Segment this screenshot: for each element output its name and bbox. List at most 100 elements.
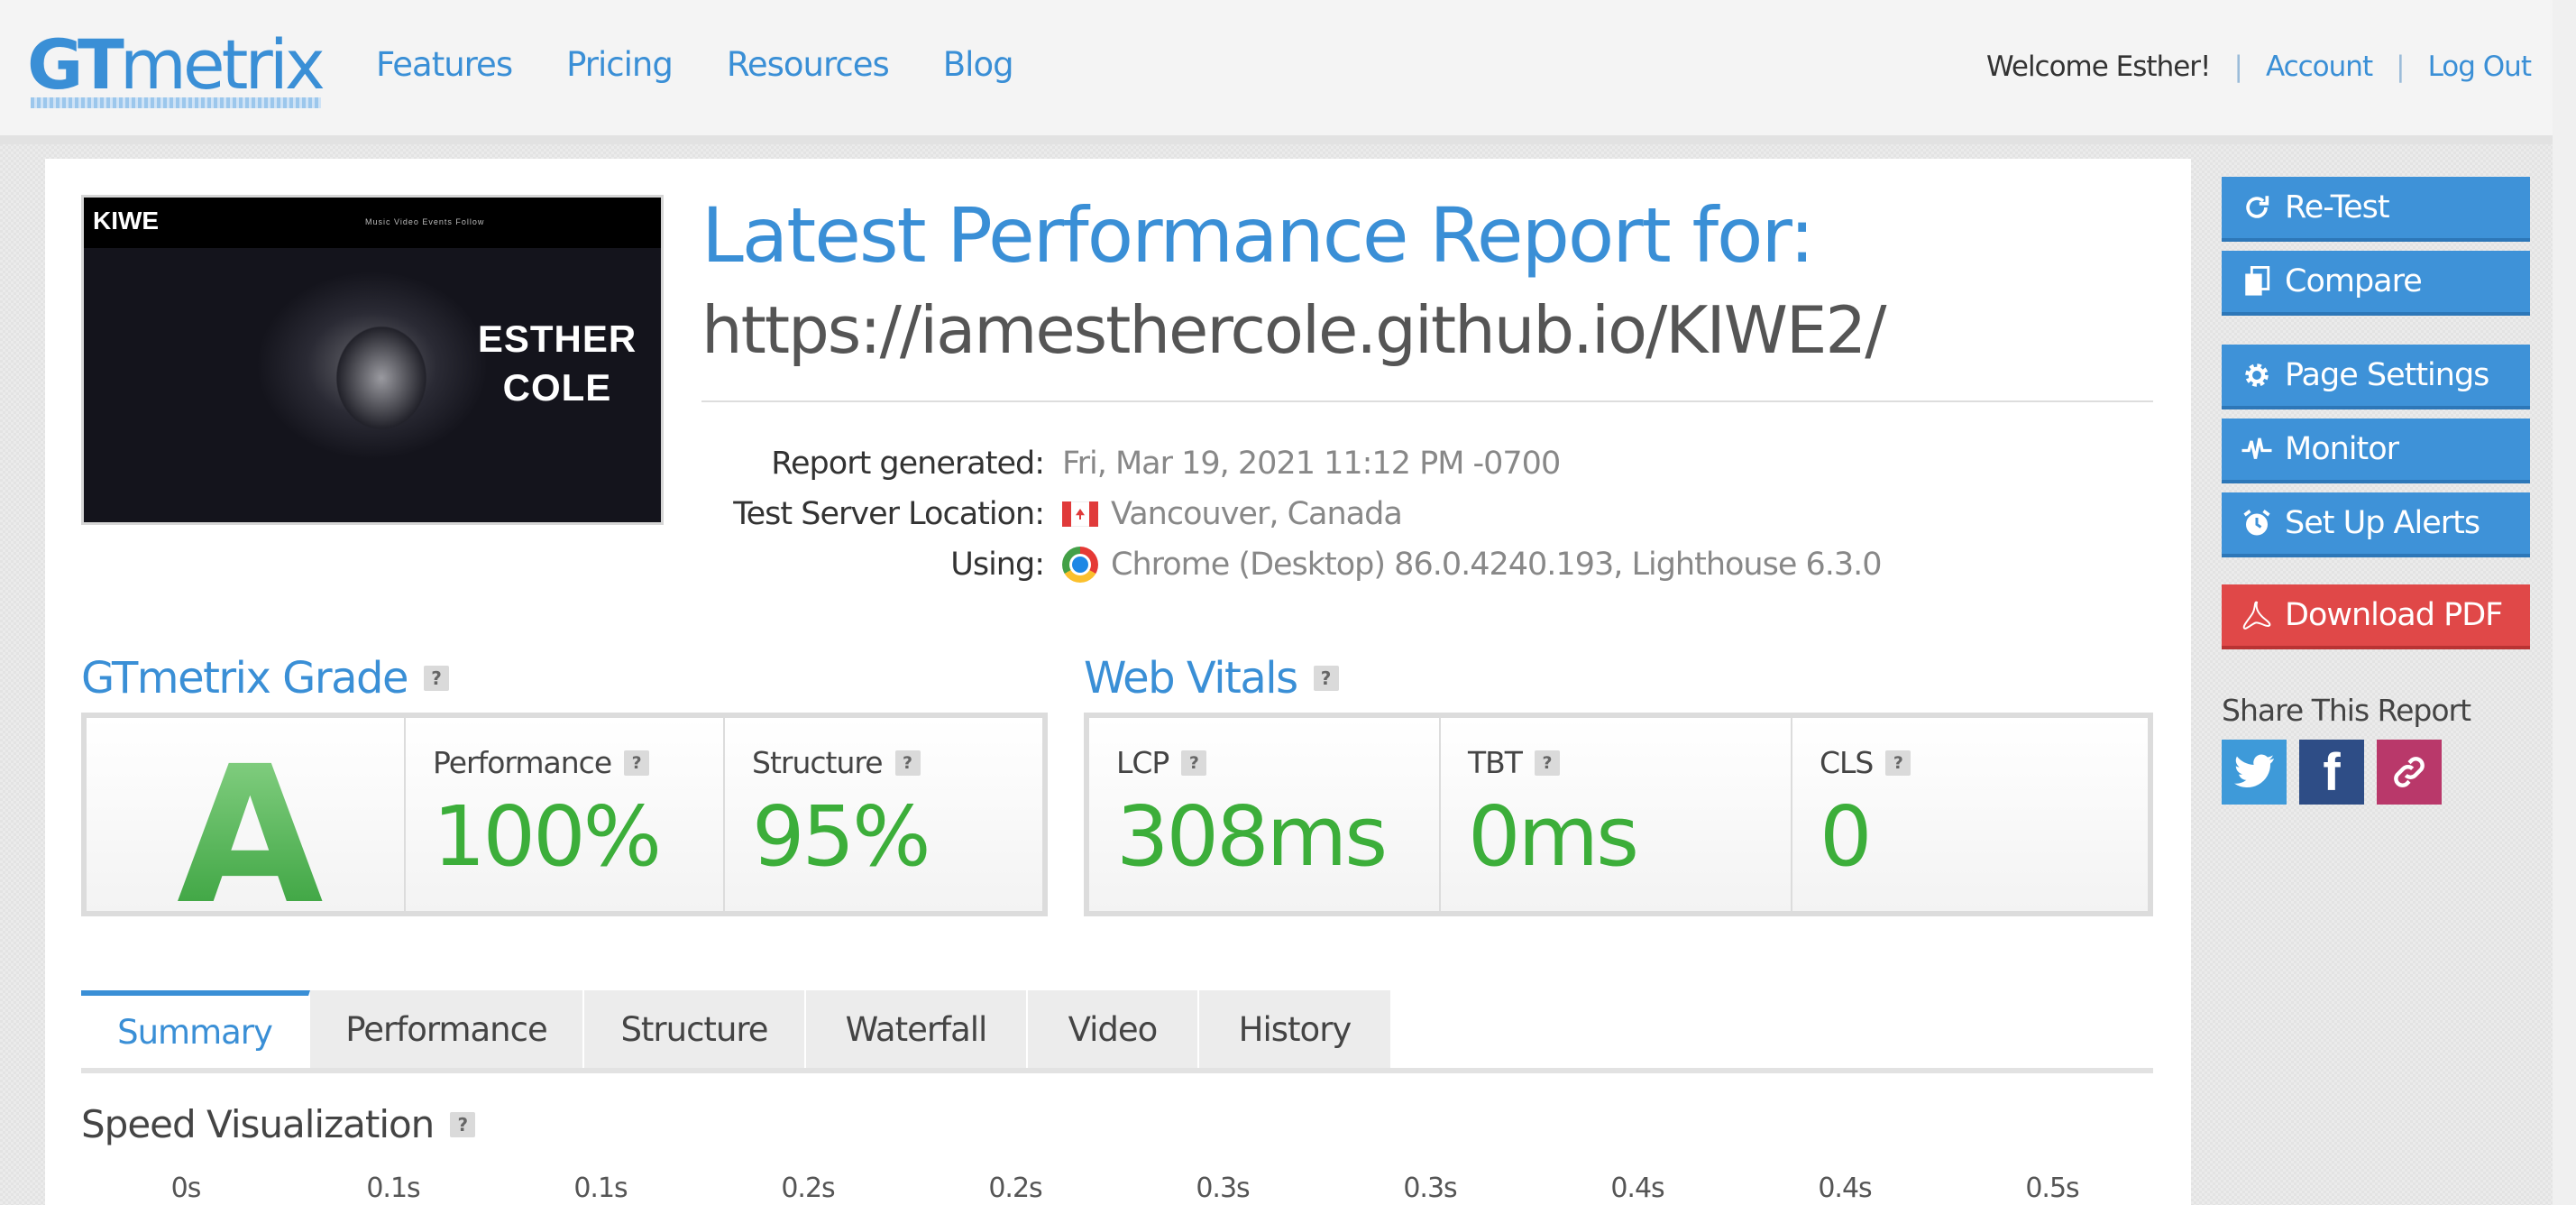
top-header: GTmetrix Features Pricing Resources Blog… bbox=[0, 0, 2576, 144]
gtmetrix-logo[interactable]: GTmetrix bbox=[27, 20, 325, 110]
button-label: Monitor bbox=[2285, 431, 2399, 467]
logout-link[interactable]: Log Out bbox=[2428, 51, 2532, 83]
lcp-value: 308ms bbox=[1116, 788, 1388, 885]
meta-using: Using: Chrome (Desktop) 86.0.4240.193, L… bbox=[701, 539, 1883, 590]
help-icon[interactable]: ? bbox=[894, 750, 921, 776]
button-label: Set Up Alerts bbox=[2285, 505, 2480, 541]
report-tabs: Summary Performance Structure Waterfall … bbox=[81, 990, 2153, 1073]
set-up-alerts-button[interactable]: Set Up Alerts bbox=[2222, 492, 2530, 557]
thumbnail-title-line2: COLE bbox=[502, 366, 612, 409]
timeline-tick: 0.3s bbox=[1196, 1173, 1250, 1204]
canada-flag-icon bbox=[1062, 501, 1098, 527]
cls-cell: CLS? 0 bbox=[1792, 718, 2148, 911]
tab-video[interactable]: Video bbox=[1028, 990, 1199, 1068]
report-url: https://iamesthercole.github.io/KIWE2/ bbox=[701, 292, 1886, 368]
performance-value: 100% bbox=[433, 788, 662, 885]
cls-value: 0 bbox=[1820, 788, 1873, 885]
separator: | bbox=[2233, 51, 2243, 83]
nav-blog[interactable]: Blog bbox=[943, 45, 1014, 84]
section-title-text: GTmetrix Grade bbox=[81, 653, 409, 704]
browser-info: Chrome (Desktop) 86.0.4240.193, Lighthou… bbox=[1111, 547, 1883, 583]
report-title: Latest Performance Report for: bbox=[701, 191, 1815, 280]
main-nav: Features Pricing Resources Blog bbox=[376, 45, 1068, 84]
tbt-value: 0ms bbox=[1468, 788, 1639, 885]
tab-history[interactable]: History bbox=[1199, 990, 1392, 1068]
tab-summary[interactable]: Summary bbox=[81, 990, 310, 1068]
help-icon[interactable]: ? bbox=[624, 750, 650, 776]
download-pdf-button[interactable]: Download PDF bbox=[2222, 584, 2530, 649]
help-icon[interactable]: ? bbox=[1313, 666, 1339, 691]
help-icon[interactable]: ? bbox=[1534, 750, 1560, 776]
welcome-text: Welcome Esther! bbox=[1986, 51, 2211, 83]
share-report-title: Share This Report bbox=[2222, 693, 2471, 728]
timeline-tick: 0.2s bbox=[988, 1173, 1042, 1204]
grade-letter: A bbox=[177, 725, 324, 946]
user-nav: Welcome Esther! | Account | Log Out bbox=[1986, 51, 2532, 83]
nav-resources[interactable]: Resources bbox=[727, 45, 890, 84]
chrome-icon bbox=[1062, 547, 1098, 583]
link-icon[interactable] bbox=[2377, 740, 2442, 805]
grade-box: A Performance? 100% Structure? 95% bbox=[81, 713, 1048, 946]
twitter-icon[interactable] bbox=[2222, 740, 2287, 805]
thumbnail-figure bbox=[309, 315, 454, 468]
lcp-cell: LCP? 308ms bbox=[1089, 718, 1441, 911]
tab-performance[interactable]: Performance bbox=[310, 990, 584, 1068]
thumbnail-hero-title: ESTHER COLE bbox=[463, 315, 652, 412]
tbt-cell: TBT? 0ms bbox=[1441, 718, 1792, 911]
structure-label: Structure? bbox=[752, 745, 921, 780]
timeline-tick: 0.5s bbox=[2025, 1173, 2079, 1204]
timeline-tick: 0.2s bbox=[781, 1173, 835, 1204]
nav-features[interactable]: Features bbox=[376, 45, 513, 84]
meta-label: Test Server Location: bbox=[733, 496, 1045, 532]
button-label: Page Settings bbox=[2285, 357, 2489, 393]
facebook-icon[interactable]: f bbox=[2299, 740, 2364, 805]
report-panel: KIWE Music Video Events Follow ESTHER CO… bbox=[45, 159, 2191, 1205]
web-vitals-title: Web Vitals ? bbox=[1084, 653, 1339, 704]
refresh-icon bbox=[2240, 190, 2274, 225]
divider bbox=[701, 400, 2153, 402]
tab-waterfall[interactable]: Waterfall bbox=[806, 990, 1028, 1068]
help-icon[interactable]: ? bbox=[424, 666, 449, 691]
page-scrollbar[interactable] bbox=[2553, 0, 2576, 1205]
report-date: Fri, Mar 19, 2021 11:12 PM -0700 bbox=[1062, 446, 1561, 482]
meta-value: Fri, Mar 19, 2021 11:12 PM -0700 bbox=[1062, 446, 1561, 482]
meta-value: Vancouver, Canada bbox=[1062, 496, 1403, 532]
timeline-tick: 0.4s bbox=[1818, 1173, 1872, 1204]
tbt-label: TBT? bbox=[1468, 745, 1560, 780]
separator: | bbox=[2396, 51, 2406, 83]
compare-button[interactable]: Compare bbox=[2222, 251, 2530, 316]
page-screenshot-thumbnail[interactable]: KIWE Music Video Events Follow ESTHER CO… bbox=[81, 195, 664, 525]
thumbnail-site-logo: KIWE bbox=[93, 207, 160, 235]
meta-label: Report generated: bbox=[771, 446, 1045, 482]
report-meta: Report generated: Fri, Mar 19, 2021 11:1… bbox=[701, 438, 1883, 590]
button-label: Compare bbox=[2285, 263, 2423, 299]
meta-value: Chrome (Desktop) 86.0.4240.193, Lighthou… bbox=[1062, 547, 1883, 583]
retest-button[interactable]: Re-Test bbox=[2222, 177, 2530, 242]
compare-icon bbox=[2240, 264, 2274, 299]
logo-underline bbox=[31, 97, 321, 108]
help-icon[interactable]: ? bbox=[1181, 750, 1207, 776]
web-vitals-box: LCP? 308ms TBT? 0ms CLS? 0 bbox=[1084, 713, 2153, 916]
cls-label: CLS? bbox=[1820, 745, 1911, 780]
speed-timeline-axis: 0s 0.1s 0.1s 0.2s 0.2s 0.3s 0.3s 0.4s 0.… bbox=[81, 1173, 2153, 1205]
pdf-icon bbox=[2240, 598, 2274, 632]
pulse-icon bbox=[2240, 432, 2274, 466]
grade-cell: A bbox=[87, 718, 406, 946]
nav-pricing[interactable]: Pricing bbox=[566, 45, 674, 84]
thumbnail-menu: Music Video Events Follow bbox=[365, 217, 485, 226]
performance-label: Performance? bbox=[433, 745, 650, 780]
help-icon[interactable]: ? bbox=[1885, 750, 1911, 776]
share-buttons: f bbox=[2222, 740, 2442, 805]
performance-cell: Performance? 100% bbox=[406, 718, 725, 911]
gear-icon bbox=[2240, 358, 2274, 392]
section-title-text: Web Vitals bbox=[1084, 653, 1298, 704]
monitor-button[interactable]: Monitor bbox=[2222, 419, 2530, 483]
tab-structure[interactable]: Structure bbox=[584, 990, 806, 1068]
page-settings-button[interactable]: Page Settings bbox=[2222, 345, 2530, 409]
help-icon[interactable]: ? bbox=[450, 1111, 476, 1137]
section-title-text: Speed Visualization bbox=[81, 1102, 435, 1146]
structure-value: 95% bbox=[752, 788, 930, 885]
account-link[interactable]: Account bbox=[2266, 51, 2373, 83]
gtmetrix-grade-title: GTmetrix Grade ? bbox=[81, 653, 449, 704]
button-label: Download PDF bbox=[2285, 597, 2503, 633]
